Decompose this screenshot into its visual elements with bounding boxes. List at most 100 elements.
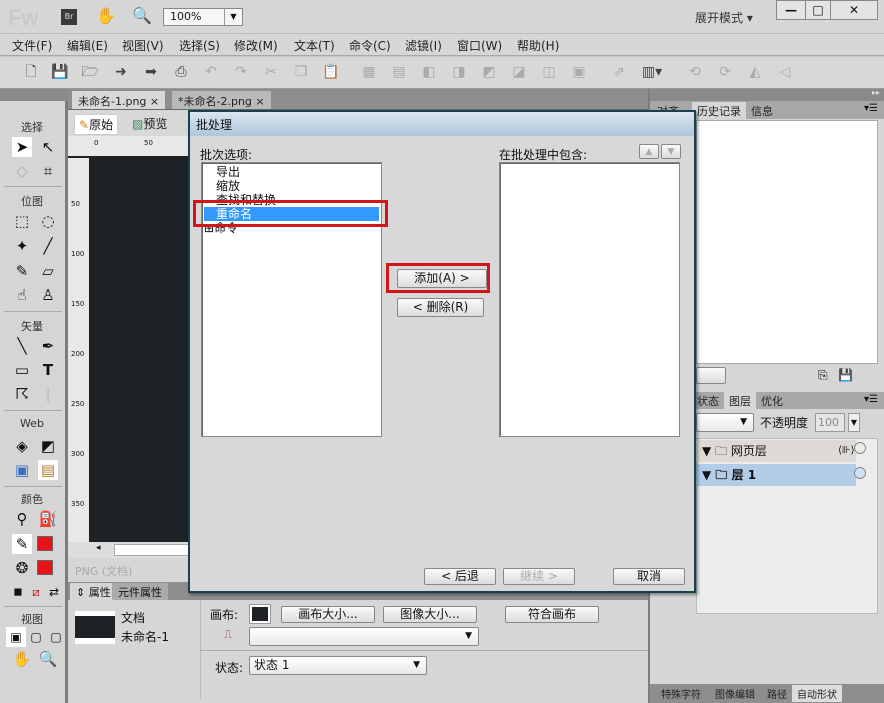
- replay-button[interactable]: [696, 367, 726, 384]
- full-screen-icon[interactable]: ▢: [46, 627, 66, 647]
- remove-button[interactable]: < 删除(R): [397, 298, 484, 317]
- bridge-icon[interactable]: Br: [61, 9, 77, 25]
- new-file-icon[interactable]: 🗋: [22, 63, 40, 81]
- layer-layer-1[interactable]: ▼ 🗀 层 1: [696, 464, 856, 486]
- hand-icon[interactable]: ✋: [96, 6, 116, 25]
- menu-view[interactable]: 视图(V): [122, 37, 164, 54]
- stroke-color-swatch[interactable]: [37, 536, 53, 551]
- back-button[interactable]: < 后退: [424, 568, 496, 585]
- canvas-color-swatch[interactable]: [249, 604, 271, 624]
- hide-slices-icon[interactable]: ▣: [12, 460, 32, 480]
- hotspot-tool-icon[interactable]: ◈: [12, 436, 32, 456]
- zoom-tool-icon[interactable]: 🔍: [38, 649, 58, 669]
- line-tool-icon[interactable]: ╲: [12, 336, 32, 356]
- send-backward-icon[interactable]: ◫: [540, 63, 558, 81]
- opacity-input[interactable]: 100: [815, 413, 845, 432]
- menu-text[interactable]: 文本(T): [294, 37, 335, 54]
- canvas-size-button[interactable]: 画布大小...: [281, 606, 375, 623]
- opacity-dropdown-icon[interactable]: ▼: [848, 413, 860, 432]
- image-size-button[interactable]: 图像大小...: [383, 606, 477, 623]
- rotate-right-icon[interactable]: ⟳: [716, 63, 734, 81]
- blend-mode-select[interactable]: ▼: [696, 413, 754, 432]
- menu-help[interactable]: 帮助(H): [517, 37, 559, 54]
- canvas[interactable]: [90, 158, 190, 542]
- bring-front-icon[interactable]: ◩: [480, 63, 498, 81]
- tab-layers[interactable]: 图层: [724, 392, 756, 409]
- menu-filters[interactable]: 滤镜(I): [405, 37, 442, 54]
- pencil-tool-icon[interactable]: ✎: [12, 261, 32, 281]
- join-icon[interactable]: ◧: [420, 63, 438, 81]
- export-icon[interactable]: ➡: [142, 63, 160, 81]
- state-select[interactable]: 状态 1 ▼: [249, 656, 427, 675]
- menu-commands[interactable]: 命令(C): [349, 37, 391, 54]
- group-icon[interactable]: ▦: [360, 63, 378, 81]
- lock-web-icon[interactable]: ⟨⊪⟩: [838, 440, 855, 462]
- tab-symbol-properties[interactable]: 元件属性: [112, 583, 168, 600]
- pen-tool-icon[interactable]: ✒: [38, 336, 58, 356]
- bring-forward-icon[interactable]: ◪: [510, 63, 528, 81]
- visibility-toggle[interactable]: [854, 442, 866, 454]
- copy-steps-icon[interactable]: ⎘: [818, 368, 828, 383]
- pointer-tool-icon[interactable]: ➤: [12, 137, 32, 157]
- close-tab-icon[interactable]: ×: [150, 95, 159, 108]
- next-button[interactable]: 继续 >: [503, 568, 575, 585]
- history-list[interactable]: [696, 120, 878, 364]
- close-tab-icon[interactable]: ×: [255, 95, 264, 108]
- save-steps-icon[interactable]: 💾: [838, 368, 853, 382]
- tab-document-1[interactable]: 未命名-1.png ×: [72, 91, 166, 109]
- layer-web-layer[interactable]: ▼ 🗀 网页层 ⟨⊪⟩: [696, 440, 856, 462]
- rubber-stamp-icon[interactable]: ♙: [38, 285, 58, 305]
- panel-menu-icon[interactable]: ▾☰: [864, 394, 878, 405]
- collapse-icon[interactable]: ▸▸: [872, 88, 880, 97]
- scale-tool-icon[interactable]: ◇: [12, 161, 32, 181]
- eraser-tool-icon[interactable]: ▱: [38, 261, 58, 281]
- tools-panel-header[interactable]: [0, 89, 68, 101]
- show-slices-icon[interactable]: ▤: [38, 460, 58, 480]
- tab-properties[interactable]: ⇕ 属性: [70, 583, 117, 600]
- zoom-icon[interactable]: 🔍: [132, 6, 152, 25]
- close-button[interactable]: ✕: [830, 0, 878, 20]
- open-icon[interactable]: 🗁: [81, 63, 99, 81]
- tab-image-editing[interactable]: 图像编辑: [710, 685, 760, 702]
- minimize-button[interactable]: —: [776, 0, 806, 20]
- visibility-toggle[interactable]: [854, 467, 866, 479]
- menu-modify[interactable]: 修改(M): [234, 37, 278, 54]
- list-item[interactable]: 缩放: [216, 179, 240, 193]
- tab-history[interactable]: 历史记录: [692, 102, 746, 119]
- slice-tool-icon[interactable]: ◩: [38, 436, 58, 456]
- redo-icon[interactable]: ↷: [232, 63, 250, 81]
- save-icon[interactable]: 💾: [51, 63, 69, 81]
- freeform-tool-icon[interactable]: ☈: [12, 384, 32, 404]
- no-color-icon[interactable]: ⧄: [26, 582, 46, 602]
- tab-optimize[interactable]: 优化: [756, 392, 788, 409]
- rotate-left-icon[interactable]: ⟲: [686, 63, 704, 81]
- brush-tool-icon[interactable]: ╱: [38, 236, 58, 256]
- maximize-button[interactable]: □: [805, 0, 831, 20]
- flip-vertical-icon[interactable]: ◁: [776, 63, 794, 81]
- cut-icon[interactable]: ✂: [262, 63, 280, 81]
- split-icon[interactable]: ◨: [450, 63, 468, 81]
- import-icon[interactable]: ➜: [112, 63, 130, 81]
- menu-file[interactable]: 文件(F): [12, 37, 52, 54]
- rectangle-tool-icon[interactable]: ▭: [12, 360, 32, 380]
- scrollbar-thumb[interactable]: [114, 544, 190, 556]
- subselect-tool-icon[interactable]: ↖: [38, 137, 58, 157]
- symbol-icon[interactable]: ⇗: [610, 63, 628, 81]
- hand-tool-icon[interactable]: ✋: [12, 649, 32, 669]
- undo-icon[interactable]: ↶: [202, 63, 220, 81]
- canvas-options-select[interactable]: ▼: [249, 627, 479, 646]
- fill-color-swatch[interactable]: [37, 560, 53, 575]
- tab-auto-shapes[interactable]: 自动形状: [792, 685, 842, 702]
- menu-edit[interactable]: 编辑(E): [67, 37, 108, 54]
- zoom-level-select[interactable]: 100% ▼: [163, 8, 243, 26]
- paste-icon[interactable]: 📋: [322, 63, 340, 81]
- full-screen-menu-icon[interactable]: ▢: [26, 627, 46, 647]
- text-tool-icon[interactable]: T: [38, 360, 58, 380]
- eyedropper-icon[interactable]: ⚲: [12, 509, 32, 529]
- move-up-button[interactable]: ▲: [639, 144, 659, 159]
- scroll-left-icon[interactable]: ◂: [96, 543, 101, 553]
- copy-icon[interactable]: ❐: [292, 63, 310, 81]
- menu-window[interactable]: 窗口(W): [457, 37, 502, 54]
- menu-select[interactable]: 选择(S): [179, 37, 220, 54]
- swap-colors-icon[interactable]: ⇄: [44, 582, 64, 602]
